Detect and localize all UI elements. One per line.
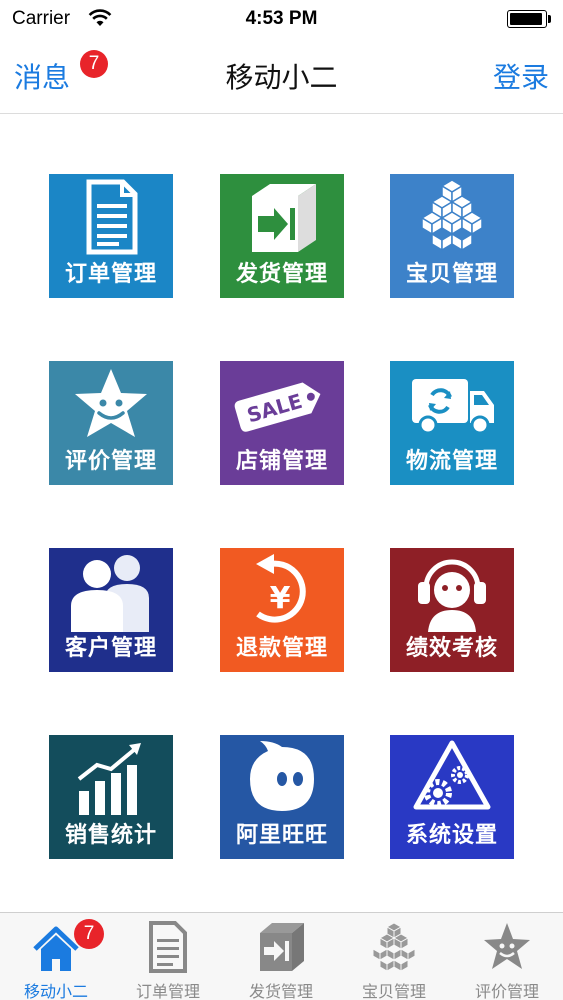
tile-refund-management[interactable]: ¥ 退款管理 [220, 548, 344, 672]
tile-aliwangwang[interactable]: 阿里旺旺 [220, 735, 344, 859]
tile-label: 订单管理 [64, 262, 157, 287]
tile-label: 退款管理 [235, 636, 328, 661]
tab-home-badge: 7 [74, 919, 104, 949]
refund-yen-icon: ¥ [256, 554, 306, 623]
tab-label: 评价管理 [474, 982, 539, 1000]
tile-label: 客户管理 [64, 636, 157, 661]
tile-sales-statistics[interactable]: 销售统计 [49, 735, 173, 859]
tile-order-management[interactable]: 订单管理 [49, 174, 173, 298]
tile-label: 绩效考核 [405, 636, 498, 661]
tile-review-management[interactable]: 评价管理 [49, 361, 173, 485]
document-icon [149, 921, 187, 973]
tab-label: 移动小二 [23, 982, 88, 1000]
shipping-box-icon [252, 184, 316, 252]
tile-label: 销售统计 [64, 823, 157, 848]
tile-label: 店铺管理 [235, 449, 328, 474]
status-bar: Carrier 4:53 PM [0, 0, 563, 38]
tab-label: 发货管理 [248, 982, 313, 1000]
battery-icon [507, 10, 551, 28]
home-icon [33, 926, 79, 971]
status-time: 4:53 PM [245, 8, 318, 29]
sale-tag-icon: SALE [234, 382, 321, 432]
login-button[interactable]: 登录 [493, 56, 549, 96]
tile-label: 宝贝管理 [405, 262, 498, 287]
tile-product-management[interactable]: 宝贝管理 [390, 174, 514, 298]
tab-review-management[interactable]: 评价管理 [451, 913, 563, 1000]
smiling-star-icon [484, 923, 530, 969]
smiling-star-icon [75, 369, 147, 437]
tile-store-management[interactable]: SALE 店铺管理 [220, 361, 344, 485]
tab-order-management[interactable]: 订单管理 [112, 913, 224, 1000]
delivery-truck-icon [412, 379, 494, 435]
tile-shipping-management[interactable]: 发货管理 [220, 174, 344, 298]
tile-system-settings[interactable]: 系统设置 [390, 735, 514, 859]
tile-logistics-management[interactable]: 物流管理 [390, 361, 514, 485]
tile-label: 发货管理 [235, 262, 328, 287]
tile-performance-review[interactable]: 绩效考核 [390, 548, 514, 672]
sales-chart-icon [77, 743, 141, 815]
customers-icon [71, 555, 149, 632]
document-icon [86, 179, 138, 255]
tab-product-management[interactable]: 宝贝管理 [338, 913, 450, 1000]
function-grid: 订单管理 发货管理 宝贝管理 评价管理 SALE 店铺管理 物流管理 客户管理 … [0, 114, 563, 912]
tab-label: 订单管理 [135, 982, 200, 1000]
shipping-box-icon [260, 923, 304, 971]
tab-home[interactable]: 7 移动小二 [0, 913, 112, 1000]
cube-stack-icon [420, 179, 484, 252]
tab-shipping-management[interactable]: 发货管理 [225, 913, 337, 1000]
page-title: 移动小二 [225, 61, 338, 94]
tile-label: 阿里旺旺 [235, 823, 328, 848]
settings-gears-icon [413, 740, 491, 810]
cube-stack-icon [372, 922, 416, 972]
navigation-bar: 消息 7 移动小二 登录 [0, 38, 563, 114]
tile-label: 系统设置 [405, 823, 498, 848]
tile-label: 评价管理 [64, 449, 157, 474]
headset-person-icon [418, 559, 486, 632]
tile-label: 物流管理 [405, 449, 498, 474]
tab-bar: 7 移动小二 订单管理 发货管理 宝贝管理 评价管理 [0, 912, 563, 1000]
tab-label: 宝贝管理 [361, 982, 426, 1000]
tile-customer-management[interactable]: 客户管理 [49, 548, 173, 672]
svg-text:¥: ¥ [270, 581, 291, 616]
wangwang-icon [250, 741, 314, 811]
